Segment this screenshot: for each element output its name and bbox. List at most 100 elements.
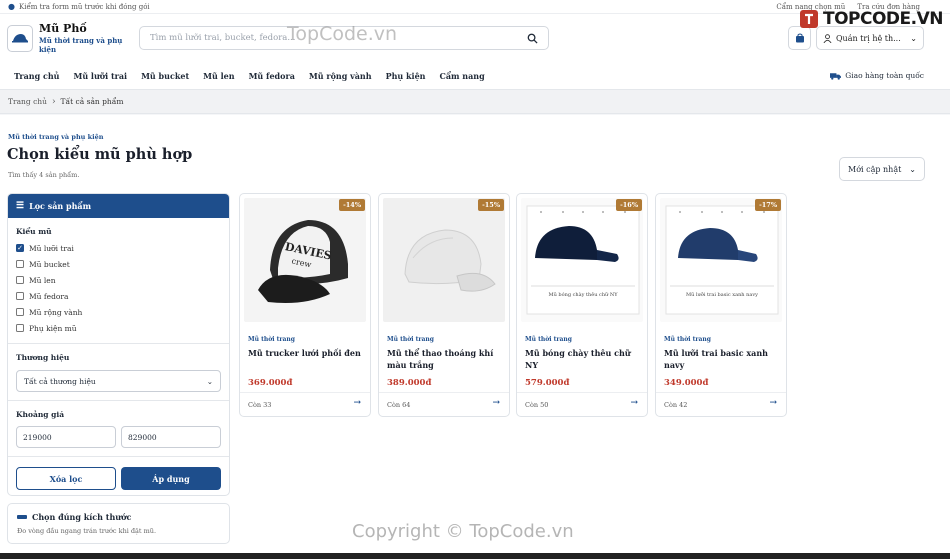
filter-option-bucket[interactable]: Mũ bucket	[16, 256, 221, 272]
watermark-brand-text: TOPCODE.VN	[823, 9, 944, 29]
arrow-right-icon[interactable]: →	[769, 398, 777, 408]
product-name[interactable]: Mũ lưỡi trai basic xanh navy	[664, 348, 778, 371]
sliders-icon: ☰	[16, 201, 25, 211]
breadcrumb: Trang chủ › Tất cả sản phẩm	[0, 90, 950, 114]
nav-item-baseball-cap[interactable]: Mũ lưỡi trai	[73, 71, 127, 81]
product-card[interactable]: -14% DAVIES crew Mũ thời trang Mũ trucke…	[239, 193, 371, 417]
card-divider	[379, 392, 509, 393]
product-category: Mũ thời trang	[248, 336, 295, 343]
clear-filter-button[interactable]: Xóa lọc	[16, 467, 117, 490]
product-stock: Còn 64	[387, 401, 411, 409]
product-price: 369.000đ	[248, 378, 293, 388]
filter-option-beanie[interactable]: Mũ len	[16, 272, 221, 288]
card-divider	[656, 392, 786, 393]
shopping-bag-icon	[795, 33, 804, 43]
nav-item-guide[interactable]: Cẩm nang	[439, 71, 484, 81]
topbar-notice-text: Kiểm tra form mũ trước khi đóng gói	[18, 2, 150, 11]
product-image[interactable]: DAVIES crew	[244, 198, 366, 322]
brand-select-value: Tất cả thương hiệu	[24, 376, 96, 386]
product-price: 389.000đ	[387, 378, 432, 388]
nav-item-fedora[interactable]: Mũ fedora	[249, 71, 295, 81]
taskbar-strip	[0, 553, 950, 559]
brand-select[interactable]: Tất cả thương hiệu ⌄	[16, 370, 221, 392]
shield-icon: ●	[8, 2, 15, 11]
arrow-right-icon[interactable]: →	[353, 398, 361, 408]
discount-badge: -16%	[616, 199, 642, 211]
checkbox-icon[interactable]	[16, 292, 24, 300]
search-icon[interactable]	[527, 33, 538, 44]
checkbox-checked-icon[interactable]: ✓	[16, 244, 24, 252]
filter-price-title: Khoảng giá	[16, 410, 65, 419]
breadcrumb-home[interactable]: Trang chủ	[8, 97, 47, 106]
sort-value: Mới cập nhật	[848, 164, 902, 174]
card-divider	[240, 392, 370, 393]
breadcrumb-current: Tất cả sản phẩm	[60, 97, 124, 106]
topcode-logo-icon	[800, 10, 818, 28]
result-count: Tìm thấy 4 sản phẩm.	[8, 171, 80, 179]
apply-filter-button[interactable]: Áp dụng	[121, 467, 221, 490]
product-price: 349.000đ	[664, 378, 709, 388]
arrow-right-icon[interactable]: →	[492, 398, 500, 408]
filter-option-baseball-cap[interactable]: ✓ Mũ lưỡi trai	[16, 240, 221, 256]
nav-item-wide-brim[interactable]: Mũ rộng vành	[309, 71, 372, 81]
filter-option-fedora[interactable]: Mũ fedora	[16, 288, 221, 304]
product-name[interactable]: Mũ thể thao thoáng khí màu trắng	[387, 348, 501, 371]
shipping-info: Giao hàng toàn quốc	[830, 71, 924, 80]
user-icon	[823, 33, 832, 43]
product-category: Mũ thời trang	[387, 336, 434, 343]
filter-type-title: Kiểu mũ	[16, 227, 52, 236]
product-category: Mũ thời trang	[525, 336, 572, 343]
catalog-page: Mũ thời trang và phụ kiện Chọn kiểu mũ p…	[0, 115, 950, 559]
product-card[interactable]: -15% Mũ thời trang Mũ thể thao thoáng kh…	[378, 193, 510, 417]
ny-cap-image: Mũ bóng chày thêu chữ NY	[526, 205, 640, 315]
site-logo[interactable]: Mũ Phố Mũ thời trang và phụ kiện	[7, 22, 138, 54]
product-image[interactable]	[383, 198, 505, 322]
product-name[interactable]: Mũ bóng chày thêu chữ NY	[525, 348, 639, 371]
price-min-input[interactable]: 219000	[16, 426, 116, 448]
trucker-cap-image: DAVIES crew	[258, 220, 348, 303]
size-guide-subtitle: Đo vòng đầu ngang trán trước khi đặt mũ.	[17, 527, 157, 535]
product-card[interactable]: -16% Mũ bóng chày thêu chữ NY Mũ thời tr…	[516, 193, 648, 417]
chevron-down-icon: ⌄	[910, 33, 917, 43]
size-guide-heading: Chọn đúng kích thước	[17, 512, 220, 522]
filter-option-label: Phụ kiện mũ	[29, 323, 77, 333]
nav-item-home[interactable]: Trang chủ	[14, 71, 59, 81]
filter-header: ☰ Lọc sản phẩm	[8, 194, 229, 218]
filter-option-label: Mũ bucket	[29, 259, 70, 269]
size-guide-box: Chọn đúng kích thước Đo vòng đầu ngang t…	[7, 503, 230, 544]
watermark-top: TopCode.vn	[287, 23, 398, 45]
product-price: 579.000đ	[525, 378, 570, 388]
filter-option-label: Mũ len	[29, 275, 56, 285]
page-title: Chọn kiểu mũ phù hợp	[7, 146, 193, 163]
product-name[interactable]: Mũ trucker lưới phối đen	[248, 348, 362, 360]
price-max-input[interactable]: 829000	[121, 426, 221, 448]
checkbox-icon[interactable]	[16, 260, 24, 268]
filter-option-wide-brim[interactable]: Mũ rộng vành	[16, 304, 221, 320]
card-divider	[517, 392, 647, 393]
size-guide-title: Chọn đúng kích thước	[32, 512, 132, 522]
nav-item-bucket[interactable]: Mũ bucket	[141, 71, 189, 81]
nav-item-accessories[interactable]: Phụ kiện	[386, 71, 426, 81]
product-image[interactable]: Mũ bóng chày thêu chữ NY	[521, 198, 643, 322]
watermark-bottom: Copyright © TopCode.vn	[352, 521, 574, 542]
shipping-text: Giao hàng toàn quốc	[845, 71, 924, 80]
checkbox-icon[interactable]	[16, 308, 24, 316]
filter-option-label: Mũ lưỡi trai	[29, 243, 74, 253]
filter-option-accessories[interactable]: Phụ kiện mũ	[16, 320, 221, 336]
checkbox-icon[interactable]	[16, 276, 24, 284]
product-card[interactable]: -17% Mũ lưỡi trai basic xanh navy Mũ thờ…	[655, 193, 787, 417]
product-image[interactable]: Mũ lưỡi trai basic xanh navy	[660, 198, 782, 322]
sort-select[interactable]: Mới cập nhật ⌄	[839, 157, 925, 181]
white-cap-image	[404, 229, 496, 292]
filter-panel: ☰ Lọc sản phẩm Kiểu mũ ✓ Mũ lưỡi trai Mũ …	[7, 193, 230, 496]
nav-item-beanie[interactable]: Mũ len	[203, 71, 234, 81]
checkbox-icon[interactable]	[16, 324, 24, 332]
discount-badge: -15%	[478, 199, 504, 211]
discount-badge: -17%	[755, 199, 781, 211]
product-stock: Còn 33	[248, 401, 272, 409]
product-stock: Còn 42	[664, 401, 688, 409]
user-menu-label: Quản trị hệ th...	[836, 33, 901, 43]
chevron-down-icon: ⌄	[909, 164, 916, 174]
navy-cap-image: Mũ lưỡi trai basic xanh navy	[665, 205, 779, 315]
arrow-right-icon[interactable]: →	[630, 398, 638, 408]
